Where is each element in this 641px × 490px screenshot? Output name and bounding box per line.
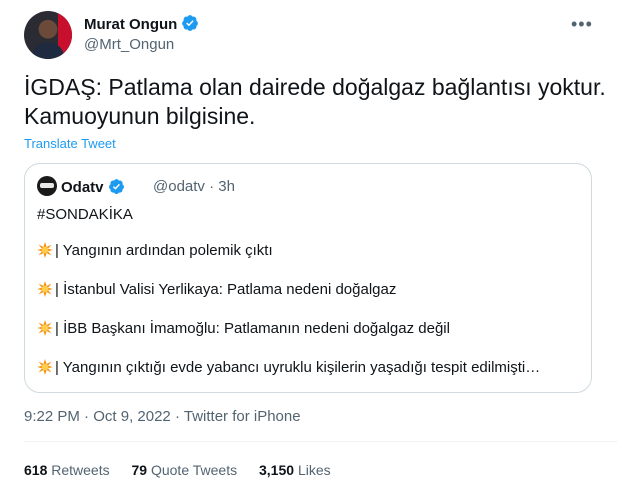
quote-meta: @odatv · 3h (153, 178, 235, 195)
likes-stat[interactable]: 3,150 Likes (259, 462, 331, 478)
quote-avatar-mark (40, 183, 54, 188)
quoted-tweet-card[interactable]: Odatv @odatv · 3h #SONDAKİKA | Yangının … (24, 163, 592, 393)
author-avatar[interactable] (24, 11, 72, 59)
collision-emoji-icon (37, 320, 53, 336)
retweets-count: 618 (24, 462, 48, 478)
quote-author-handle[interactable]: @odatv (153, 178, 205, 195)
translate-tweet-link[interactable]: Translate Tweet (24, 136, 116, 151)
divider (24, 441, 617, 442)
tweet-date[interactable]: Oct 9, 2022 (93, 408, 171, 425)
retweets-stat[interactable]: 618 Retweets (24, 462, 110, 478)
verified-badge-icon (182, 15, 199, 31)
quote-line-text: | Yangının çıktığı evde yabancı uyruklu … (55, 359, 541, 376)
quote-hashtag[interactable]: #SONDAKİKA (37, 206, 133, 223)
likes-count: 3,150 (259, 462, 295, 478)
quote-tweets-stat[interactable]: 79 Quote Tweets (132, 462, 238, 478)
quote-avatar[interactable] (37, 176, 57, 196)
engagement-stats: 618 Retweets 79 Quote Tweets 3,150 Likes (24, 462, 349, 478)
quote-line: | Yangının çıktığı evde yabancı uyruklu … (37, 359, 540, 376)
quote-tweets-label: Quote Tweets (150, 462, 238, 478)
tweet-source[interactable]: Twitter for iPhone (184, 408, 301, 425)
quote-name-row[interactable]: Odatv (61, 178, 125, 196)
collision-emoji-icon (37, 359, 53, 375)
collision-emoji-icon (37, 281, 53, 297)
retweets-label: Retweets (51, 462, 110, 478)
quote-line: | İBB Başkanı İmamoğlu: Patlamanın neden… (37, 320, 450, 337)
quote-line: | Yangının ardından polemik çıktı (37, 242, 273, 259)
likes-label: Likes (297, 462, 331, 478)
quote-line-text: | Yangının ardından polemik çıktı (55, 242, 273, 259)
meta-separator: · (84, 408, 90, 425)
author-name-row[interactable]: Murat Ongun (84, 14, 199, 33)
quote-line: | İstanbul Valisi Yerlikaya: Patlama ned… (37, 281, 396, 298)
tweet-text: İGDAŞ: Patlama olan dairede doğalgaz bağ… (24, 74, 606, 129)
quote-line-text: | İBB Başkanı İmamoğlu: Patlamanın neden… (55, 320, 450, 337)
author-handle[interactable]: @Mrt_Ongun (84, 36, 174, 53)
quote-line-text: | İstanbul Valisi Yerlikaya: Patlama ned… (55, 281, 397, 298)
quote-separator: · (209, 178, 215, 195)
quote-author-name[interactable]: Odatv (61, 179, 104, 196)
more-options-icon[interactable]: ••• (571, 14, 593, 35)
quote-verified-badge-icon (108, 179, 124, 195)
tweet-meta: 9:22 PM · Oct 9, 2022 · Twitter for iPho… (24, 408, 301, 425)
quote-time[interactable]: 3h (218, 178, 235, 195)
tweet-time[interactable]: 9:22 PM (24, 408, 80, 425)
meta-separator: · (174, 408, 180, 425)
quote-tweets-count: 79 (131, 462, 148, 478)
author-name[interactable]: Murat Ongun (84, 16, 177, 33)
collision-emoji-icon (37, 242, 53, 258)
